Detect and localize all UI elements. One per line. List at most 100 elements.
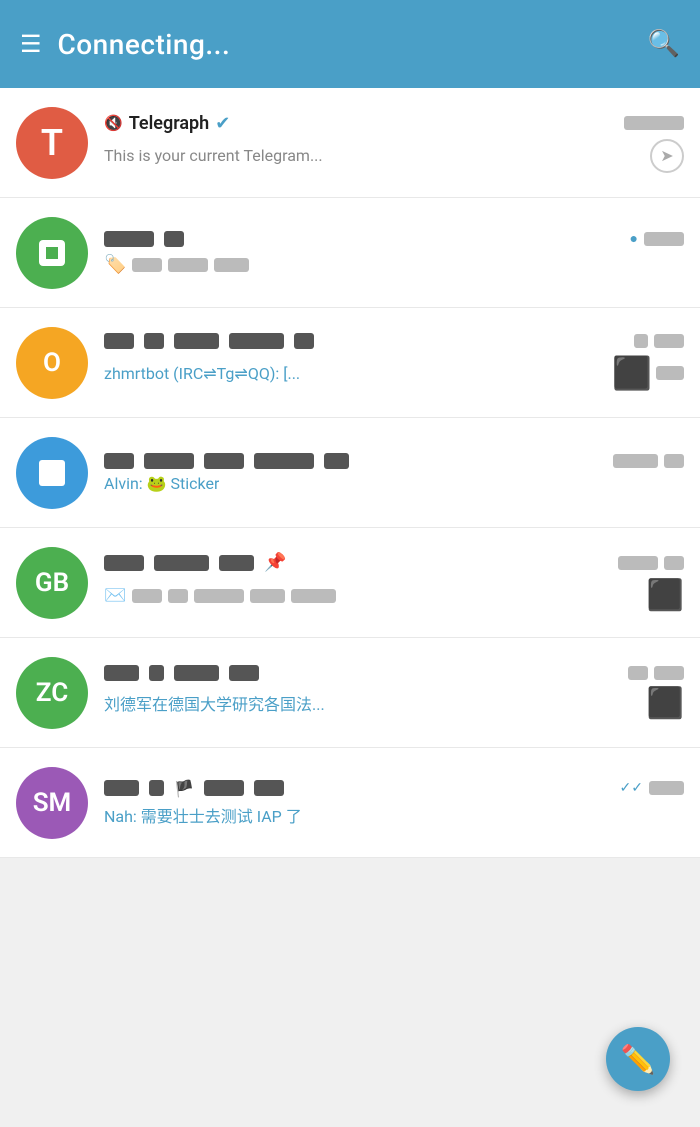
sm-time [649,781,684,795]
list-item[interactable]: O zhmrtbot (IRC⇌Tg⇌QQ): [... ⬛ [0,308,700,418]
list-item[interactable]: T 🔇 Telegraph ✔ This is your current Tel… [0,88,700,198]
chat-name-row: 📌 [104,552,618,573]
preview-row: Nah: 需要壮士去测试 IAP 了 [104,803,684,827]
chat-content: 刘德军在德国大学研究各国法... ⬛ [104,665,684,721]
list-item[interactable]: ● 🏷️ [0,198,700,308]
preview-row: zhmrtbot (IRC⇌Tg⇌QQ): [... ⬛ [104,354,684,392]
zc-n4 [229,665,259,681]
name-b1 [104,453,134,469]
sm-n1 [104,780,139,796]
chat-preview: zhmrtbot (IRC⇌Tg⇌QQ): [... [104,364,300,383]
chat-name-row [104,231,630,247]
chat-header: 🏴 ✓✓ [104,779,684,798]
zc-time2 [654,666,684,680]
chat-time-blurred [624,116,684,130]
app-bar-left: ☰ Connecting... [20,28,230,61]
mute-icon: 🔇 [104,114,123,132]
name-blurred-b [144,333,164,349]
count-blurred [656,366,684,380]
prev-b5 [291,589,336,603]
chat-content: Alvin: 🐸 Sticker [104,453,684,493]
chat-list: T 🔇 Telegraph ✔ This is your current Tel… [0,88,700,858]
list-item[interactable]: SM 🏴 ✓✓ Nah: 需要壮士去测试 IAP 了 [0,748,700,858]
chat-header: ● [104,230,684,247]
app-bar-title: Connecting... [58,28,231,61]
sm-n2 [149,780,164,796]
envelope-icon: ✉️ [104,585,126,606]
prev-b3 [194,589,244,603]
chat-content: zhmrtbot (IRC⇌Tg⇌QQ): [... ⬛ [104,333,684,392]
list-item[interactable]: ZC 刘德军在德国大学研究各国法... ⬛ [0,638,700,748]
preview-row: ✉️ ⬛ [104,578,684,613]
name-b5 [324,453,349,469]
name-blurred-d [229,333,284,349]
avatar [16,217,88,289]
chat-header [104,453,684,469]
zc-n3 [174,665,219,681]
prev-b1 [132,589,162,603]
verified-badge: ✔ [215,113,230,134]
sm-tick: ✓✓ [620,780,643,796]
chat-name: Telegraph [129,113,210,134]
preview-blurred-3 [214,258,249,272]
sm-n3 [204,780,244,796]
chat-preview: This is your current Telegram... [104,146,323,165]
zc-n2 [149,665,164,681]
chat-content: 🏴 ✓✓ Nah: 需要壮士去测试 IAP 了 [104,779,684,827]
preview-blurred-1 [132,258,162,272]
compose-fab[interactable]: ✏️ [606,1027,670,1091]
avatar: SM [16,767,88,839]
name-blurred-c [174,333,219,349]
avatar: ZC [16,657,88,729]
hamburger-menu-icon[interactable]: ☰ [20,32,42,56]
gb-time2 [664,556,684,570]
sm-n4 [254,780,284,796]
time-blurred-a [634,334,648,348]
list-item[interactable]: Alvin: 🐸 Sticker [0,418,700,528]
chat-name-row [104,665,628,681]
name-b4 [254,453,314,469]
gb-name2 [154,555,209,571]
app-bar: ☰ Connecting... 🔍 [0,0,700,88]
chat-preview: Alvin: 🐸 Sticker [104,474,219,493]
search-icon[interactable]: 🔍 [648,29,680,59]
chat-meta-row: This is your current Telegram... ➤ [104,139,684,173]
name-blurred-e [294,333,314,349]
time-b [613,454,658,468]
chat-name-row: 🏴 [104,779,620,798]
preview-row: 🏷️ [104,254,684,275]
avatar: T [16,107,88,179]
chat-name-row: 🔇 Telegraph ✔ [104,113,624,134]
name-blurred-2 [164,231,184,247]
preview-row: 刘德军在德国大学研究各国法... ⬛ [104,686,684,721]
chat-header [104,665,684,681]
name-b3 [204,453,244,469]
chat-preview: Nah: 需要壮士去测试 IAP 了 [104,803,302,827]
prev-b2 [168,589,188,603]
preview-blurred-2 [168,258,208,272]
chat-content: 🔇 Telegraph ✔ This is your current Teleg… [104,113,684,173]
prev-b4 [250,589,285,603]
chat-header [104,333,684,349]
name-blurred-1 [104,231,154,247]
forward-icon[interactable]: ➤ [650,139,684,173]
compose-icon: ✏️ [621,1043,656,1076]
emoji-icon: 🏷️ [104,254,126,275]
chat-header: 🔇 Telegraph ✔ [104,113,684,134]
chat-name-row [104,453,613,469]
preview-row: Alvin: 🐸 Sticker [104,474,684,493]
gb-name3 [219,555,254,571]
zc-n1 [104,665,139,681]
chat-header: 📌 [104,552,684,573]
zc-unread-icon: ⬛ [647,686,684,721]
time-b2 [664,454,684,468]
chat-content: 📌 ✉️ ⬛ [104,552,684,613]
zc-time1 [628,666,648,680]
gb-time [618,556,658,570]
list-item[interactable]: GB 📌 ✉️ [0,528,700,638]
unread-icon: ⬛ [612,354,652,392]
avatar [16,437,88,509]
chat-name-row [104,333,634,349]
sm-flag: 🏴 [174,779,194,798]
unread-dot: ● [630,230,638,247]
